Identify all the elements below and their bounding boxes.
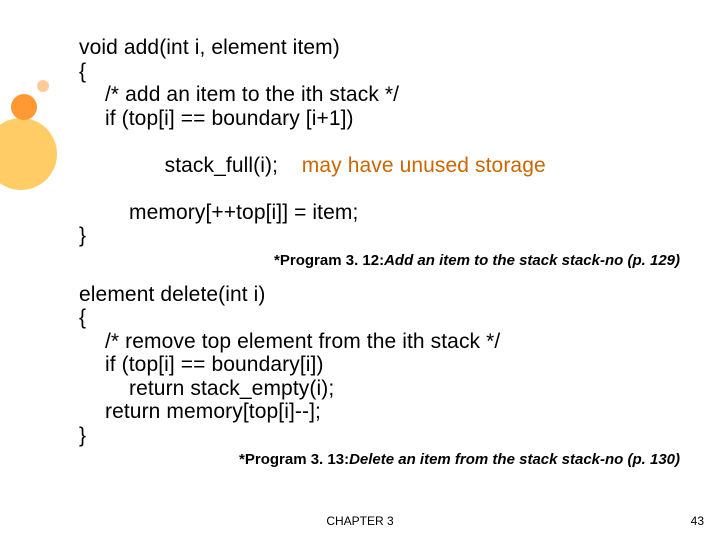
code-line: if (top[i] == boundary[i]) [79, 353, 720, 377]
footer-chapter: CHAPTER 3 [0, 514, 720, 528]
code-block-add: void add(int i, element item) { /* add a… [79, 36, 720, 248]
caption-text: Add an item to the stack stack-no (p. 12… [384, 252, 680, 269]
code-line: { [79, 306, 720, 330]
annotation-text: may have unused storage [302, 154, 546, 177]
code-line: { [79, 60, 720, 84]
code-line: memory[++top[i]] = item; [79, 201, 720, 225]
code-line: element delete(int i) [79, 283, 720, 307]
footer-page-number: 43 [691, 514, 704, 528]
code-line: } [79, 424, 720, 448]
code-text: stack_full(i); [165, 154, 278, 177]
caption-program-3-12: *Program 3. 12:Add an item to the stack … [79, 252, 720, 269]
slide: void add(int i, element item) { /* add a… [0, 0, 720, 540]
code-line: /* remove top element from the ith stack… [79, 330, 720, 354]
code-line: stack_full(i); may have unused storage [79, 130, 720, 201]
code-line: /* add an item to the ith stack */ [79, 83, 720, 107]
caption-program-3-13: *Program 3. 13:Delete an item from the s… [79, 451, 720, 468]
caption-text: Delete an item from the stack stack-no (… [349, 451, 680, 468]
caption-prefix: *Program 3. 13: [239, 451, 349, 468]
decor-bubble-large [0, 118, 57, 190]
code-line: return stack_empty(i); [79, 377, 720, 401]
decor-bubble-medium [11, 94, 37, 120]
decor-bubble-small [37, 80, 49, 92]
code-block-delete: element delete(int i) { /* remove top el… [79, 283, 720, 448]
code-line: } [79, 224, 720, 248]
code-line: if (top[i] == boundary [i+1]) [79, 107, 720, 131]
code-line: void add(int i, element item) [79, 36, 720, 60]
caption-prefix: *Program 3. 12: [274, 252, 384, 269]
code-line: return memory[top[i]--]; [79, 400, 720, 424]
